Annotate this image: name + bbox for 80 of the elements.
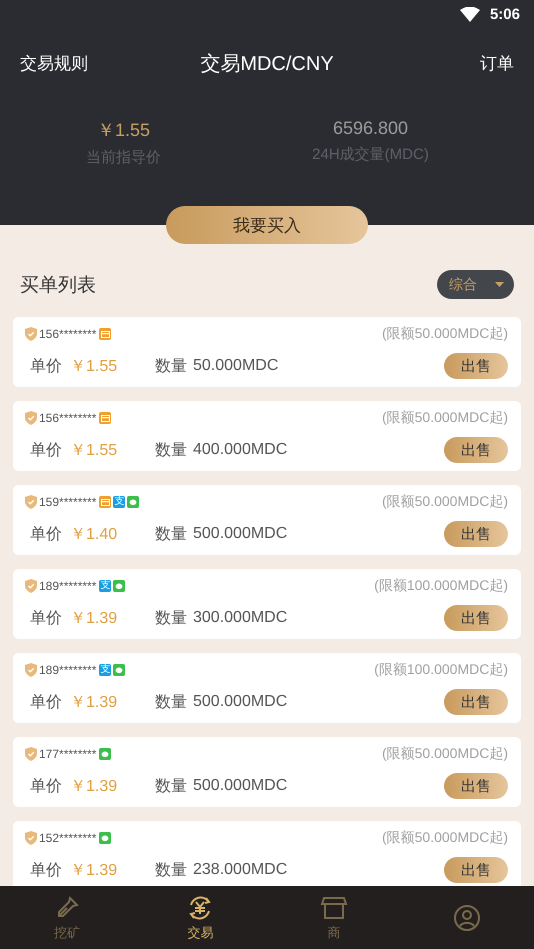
profile-icon: [453, 904, 482, 932]
limit-text: (限额50.000MDC起): [382, 493, 508, 511]
wifi-icon: [460, 6, 480, 22]
shield-icon: [25, 663, 37, 677]
list-title: 买单列表: [20, 274, 96, 298]
rules-link[interactable]: 交易规则: [20, 52, 88, 74]
quantity-label: 数量: [155, 356, 187, 376]
orders-link[interactable]: 订单: [480, 52, 514, 74]
quantity-label: 数量: [155, 524, 187, 544]
quantity-value: 500.000MDC: [193, 525, 288, 543]
price-label: 单价: [30, 692, 62, 712]
limit-text: (限额50.000MDC起): [382, 829, 508, 847]
shield-icon: [25, 327, 37, 341]
user-id: 177********: [39, 747, 96, 761]
quantity-value: 400.000MDC: [193, 441, 288, 459]
price-label: 单价: [30, 860, 62, 880]
price-label: 单价: [30, 524, 62, 544]
quantity-label: 数量: [155, 440, 187, 460]
shield-icon: [25, 411, 37, 425]
status-time: 5:06: [490, 6, 520, 22]
quantity-label: 数量: [155, 776, 187, 796]
user-id: 189********: [39, 663, 96, 677]
shield-icon: [25, 495, 37, 509]
sell-button[interactable]: 出售: [444, 773, 508, 799]
user-id: 152********: [39, 831, 96, 845]
nav-tab[interactable]: 交易: [134, 886, 267, 949]
price-value: ￥1.40: [70, 524, 118, 544]
limit-text: (限额50.000MDC起): [382, 745, 508, 763]
sell-button[interactable]: 出售: [444, 353, 508, 379]
shield-icon: [25, 831, 37, 845]
user-id: 159********: [39, 495, 96, 509]
sell-button[interactable]: 出售: [444, 689, 508, 715]
caret-icon: [495, 282, 504, 287]
quantity-value: 300.000MDC: [193, 609, 288, 627]
limit-text: (限额50.000MDC起): [382, 409, 508, 427]
page-title: 交易MDC/CNY: [200, 52, 334, 76]
stat-value: ￥1.55: [96, 119, 150, 142]
price-value: ￥1.39: [70, 860, 118, 880]
card-icon: [99, 496, 112, 508]
quantity-label: 数量: [155, 692, 187, 712]
limit-text: (限额100.000MDC起): [374, 661, 508, 679]
price-label: 单价: [30, 356, 62, 376]
limit-text: (限额100.000MDC起): [374, 577, 508, 595]
wechat-icon: [113, 664, 126, 676]
price-value: ￥1.55: [70, 356, 118, 376]
quantity-value: 50.000MDC: [193, 357, 278, 375]
limit-text: (限额50.000MDC起): [382, 325, 508, 343]
sell-button[interactable]: 出售: [444, 521, 508, 547]
user-id: 156********: [39, 327, 96, 341]
card-icon: [99, 412, 112, 424]
alipay-icon: 支: [99, 664, 112, 676]
sell-button[interactable]: 出售: [444, 605, 508, 631]
shield-icon: [25, 579, 37, 593]
quantity-label: 数量: [155, 608, 187, 628]
price-value: ￥1.39: [70, 776, 118, 796]
alipay-icon: 支: [113, 496, 126, 508]
price-value: ￥1.55: [70, 440, 118, 460]
wechat-icon: [99, 748, 112, 760]
price-label: 单价: [30, 440, 62, 460]
card-icon: [99, 328, 112, 340]
sort-dropdown[interactable]: 综合: [437, 270, 514, 299]
price-label: 单价: [30, 776, 62, 796]
wechat-icon: [127, 496, 140, 508]
quantity-label: 数量: [155, 860, 187, 880]
alipay-icon: 支: [99, 580, 112, 592]
sell-button[interactable]: 出售: [444, 857, 508, 883]
user-id: 189********: [39, 579, 96, 593]
price-value: ￥1.39: [70, 608, 118, 628]
sell-button[interactable]: 出售: [444, 437, 508, 463]
quantity-value: 500.000MDC: [193, 693, 288, 711]
quantity-value: 500.000MDC: [193, 777, 288, 795]
wechat-icon: [113, 580, 126, 592]
price-value: ￥1.39: [70, 692, 118, 712]
buy-button[interactable]: 我要买入: [166, 206, 368, 244]
stat-value: 6596.800: [332, 118, 408, 139]
shield-icon: [25, 747, 37, 761]
user-id: 156********: [39, 411, 96, 425]
wechat-icon: [99, 832, 112, 844]
quantity-value: 238.000MDC: [193, 861, 288, 879]
price-label: 单价: [30, 608, 62, 628]
